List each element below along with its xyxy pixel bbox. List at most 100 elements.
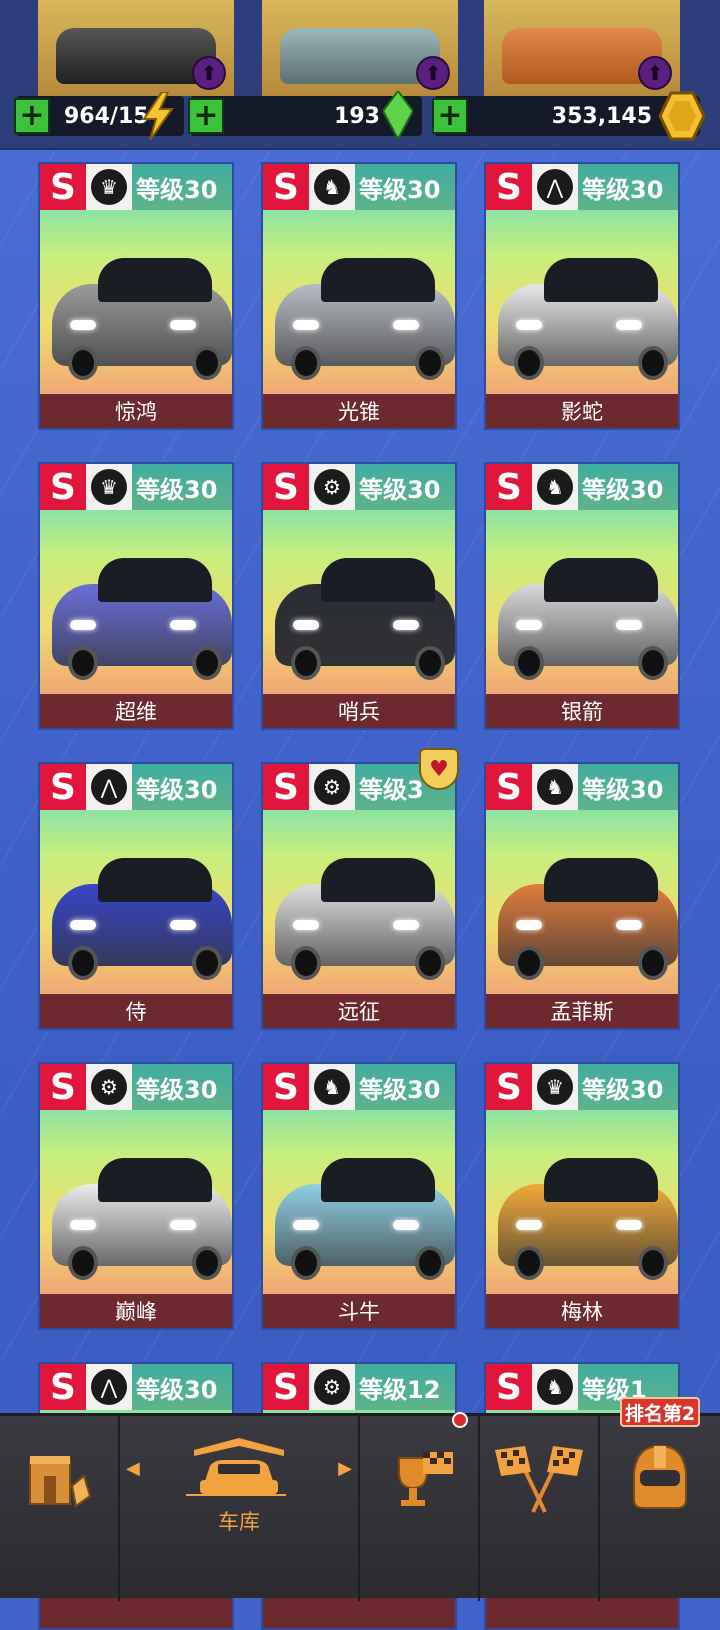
nav-events[interactable]: [360, 1416, 478, 1601]
card-header: S ♞ 等级30: [263, 164, 455, 210]
car-image: [496, 256, 678, 386]
upgrade-arrow-icon[interactable]: ⬆: [638, 56, 672, 90]
car-card[interactable]: S ♛ 等级30 超维: [38, 462, 234, 730]
car-card[interactable]: S ♞ 等级30 斗牛: [261, 1062, 457, 1330]
car-level: 等级30: [578, 764, 678, 810]
car-card[interactable]: S ♛ 等级30 梅林: [484, 1062, 680, 1330]
car-card[interactable]: S ♛ 等级30 惊鸿: [38, 162, 234, 430]
rank-letter: S: [263, 764, 309, 810]
upgrade-arrow-icon[interactable]: ⬆: [192, 56, 226, 90]
rank-letter: S: [263, 1364, 309, 1410]
horse-icon: ♞: [537, 769, 573, 805]
top-bar: ⬆ ⬆ ⬆ + 964/15 + 193 + 353,145: [0, 0, 720, 150]
car-card[interactable]: S ♞ 等级30 光锥: [261, 162, 457, 430]
car-name: 哨兵: [263, 694, 455, 728]
nav-garage[interactable]: ◀ ▶ 车库: [120, 1416, 358, 1601]
top-car-1[interactable]: ⬆: [38, 0, 234, 96]
nav-left-arrow-icon[interactable]: ◀: [126, 1458, 140, 1479]
rank-letter: S: [40, 164, 86, 210]
card-header: S ⋀ 等级30: [40, 764, 232, 810]
top-car-3[interactable]: ⬆: [484, 0, 680, 96]
horse-icon: ♞: [537, 469, 573, 505]
card-header: S ♞ 等级30: [486, 764, 678, 810]
rank-badge: 排名第2: [620, 1397, 700, 1427]
shop-icon: [29, 1456, 92, 1508]
car-name: 侍: [40, 994, 232, 1028]
car-image: [273, 256, 455, 386]
add-gems-button[interactable]: +: [188, 98, 224, 134]
helmet-icon: [633, 1444, 687, 1509]
car-name: 远征: [263, 994, 455, 1028]
crown-icon: ♛: [91, 169, 127, 205]
crown-icon: ♛: [537, 1069, 573, 1105]
car-card[interactable]: S ⚙ 等级3 远征: [261, 762, 457, 1030]
rank-letter: S: [40, 1364, 86, 1410]
car-level: 等级30: [355, 164, 455, 210]
card-header: S ⚙ 等级30: [40, 1064, 232, 1110]
car-level: 等级30: [132, 164, 232, 210]
card-header: S ⋀ 等级30: [40, 1364, 232, 1410]
car-card[interactable]: S ♞ 等级30 孟菲斯: [484, 762, 680, 1030]
road-icon: ⋀: [91, 1369, 127, 1405]
card-header: S ⚙ 等级12: [263, 1364, 455, 1410]
nav-profile[interactable]: [600, 1416, 720, 1601]
car-level: 等级30: [355, 464, 455, 510]
rank-letter: S: [263, 1064, 309, 1110]
car-image: [273, 556, 455, 686]
favorite-heart-icon: ♥: [419, 748, 459, 790]
car-image: [50, 556, 232, 686]
nav-right-arrow-icon[interactable]: ▶: [338, 1458, 352, 1479]
car-name: 惊鸿: [40, 394, 232, 428]
car-level: 等级30: [132, 1064, 232, 1110]
garage-car-icon: [194, 1438, 284, 1494]
checkered-flags-icon: [495, 1446, 583, 1513]
car-level: 等级30: [132, 764, 232, 810]
car-image: [496, 556, 678, 686]
upgrade-arrow-icon[interactable]: ⬆: [416, 56, 450, 90]
car-name: 巅峰: [40, 1294, 232, 1328]
car-name: 光锥: [263, 394, 455, 428]
notification-dot: [452, 1412, 468, 1428]
car-card[interactable]: S ⋀ 等级30 影蛇: [484, 162, 680, 430]
rank-letter: S: [263, 164, 309, 210]
car-card[interactable]: S ⚙ 等级30 哨兵: [261, 462, 457, 730]
card-header: S ♞ 等级30: [486, 464, 678, 510]
nav-garage-label: 车库: [218, 1510, 260, 1534]
nav-race[interactable]: [480, 1416, 598, 1601]
add-energy-button[interactable]: +: [14, 98, 50, 134]
car-level: 等级30: [578, 1064, 678, 1110]
car-level: 等级30: [132, 1364, 232, 1410]
coins-value: 353,145: [551, 103, 652, 129]
car-name: 斗牛: [263, 1294, 455, 1328]
car-image: [496, 856, 678, 986]
car-level: 等级30: [578, 164, 678, 210]
top-car-2[interactable]: ⬆: [262, 0, 458, 96]
nav-shop[interactable]: [0, 1416, 118, 1601]
add-coins-button[interactable]: +: [432, 98, 468, 134]
energy-value: 964/15: [64, 103, 149, 129]
car-card[interactable]: S ⋀ 等级30 侍: [38, 762, 234, 1030]
car-image: [50, 856, 232, 986]
car-level: 等级12: [355, 1364, 455, 1410]
bottom-nav: ◀ ▶ 车库: [0, 1413, 720, 1601]
car-image: [50, 1156, 232, 1286]
wheel-icon: ⚙: [91, 1069, 127, 1105]
car-image: [273, 1156, 455, 1286]
car-image: [273, 856, 455, 986]
rank-letter: S: [263, 464, 309, 510]
horse-icon: ♞: [314, 169, 350, 205]
wheel-icon: ⚙: [314, 469, 350, 505]
card-header: S ♛ 等级30: [486, 1064, 678, 1110]
wheel-icon: ⚙: [314, 769, 350, 805]
wheel-icon: ⚙: [314, 1369, 350, 1405]
rank-letter: S: [486, 764, 532, 810]
rank-letter: S: [486, 164, 532, 210]
coin-icon: [656, 90, 706, 142]
car-card[interactable]: S ⚙ 等级30 巅峰: [38, 1062, 234, 1330]
rank-letter: S: [486, 1064, 532, 1110]
card-header: S ⚙ 等级30: [263, 464, 455, 510]
road-icon: ⋀: [91, 769, 127, 805]
rank-letter: S: [40, 1064, 86, 1110]
car-card[interactable]: S ♞ 等级30 银箭: [484, 462, 680, 730]
car-name: 超维: [40, 694, 232, 728]
